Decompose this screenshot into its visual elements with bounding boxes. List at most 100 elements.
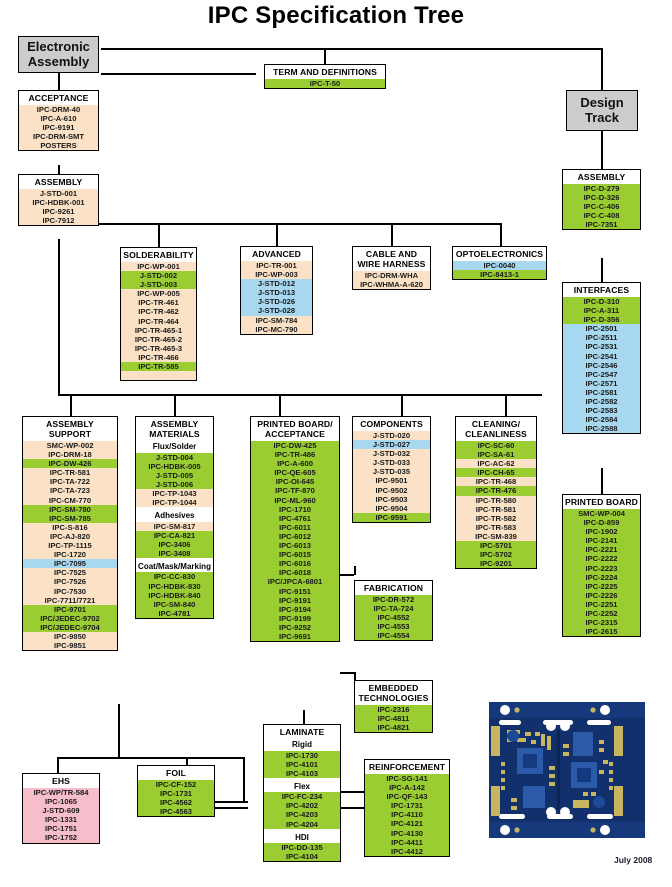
node-assembly-materials[interactable]: ASSEMBLY MATERIALS Flux/Solder J-STD-004 IPC… xyxy=(135,416,214,619)
spec-item[interactable]: IPC-ML-960 xyxy=(251,496,339,505)
spec-item[interactable]: J-STD-028 xyxy=(241,306,312,315)
spec-item[interactable]: IPC-TR-585 xyxy=(121,362,196,371)
node-optoelectronics[interactable]: OPTOELECTRONICS IPC-0040 IPC-8413-1 xyxy=(452,246,547,281)
spec-item[interactable]: IPC-TF-870 xyxy=(251,486,339,495)
spec-item[interactable]: IPC-9591 xyxy=(353,513,430,522)
spec-item[interactable]: IPC-C-408 xyxy=(563,211,640,220)
spec-item[interactable]: IPC-D-310 xyxy=(563,297,640,306)
spec-item[interactable]: IPC-DR-572 xyxy=(355,595,432,604)
spec-item[interactable]: IPC-TP-1115 xyxy=(23,541,117,550)
spec-item[interactable]: IPC-TR-486 xyxy=(251,450,339,459)
spec-item[interactable]: IPC/JEDEC-9702 xyxy=(23,614,117,623)
spec-item[interactable]: J-STD-002 xyxy=(121,271,196,280)
spec-item[interactable]: IPC-7526 xyxy=(23,577,117,586)
spec-item[interactable]: J-STD-035 xyxy=(353,467,430,476)
spec-item[interactable]: IPC-4563 xyxy=(138,807,214,816)
spec-item[interactable]: IPC-2588 xyxy=(563,424,640,433)
spec-item[interactable]: J-STD-013 xyxy=(241,288,312,297)
spec-item[interactable]: IPC-1710 xyxy=(251,505,339,514)
spec-item[interactable]: IPC-A-610 xyxy=(19,114,98,123)
spec-item[interactable]: IPC-SM-840 xyxy=(136,600,213,609)
spec-item[interactable]: IPC-7351 xyxy=(563,220,640,229)
spec-item[interactable]: IPC-1731 xyxy=(138,789,214,798)
spec-item[interactable]: IPC-4562 xyxy=(138,798,214,807)
spec-item[interactable]: J-STD-026 xyxy=(241,297,312,306)
spec-item[interactable]: IPC-DW-426 xyxy=(23,459,117,468)
spec-item[interactable]: IPC-A-311 xyxy=(563,306,640,315)
spec-item[interactable]: IPC-7711/7721 xyxy=(23,596,117,605)
node-assembly-left[interactable]: ASSEMBLY J-STD-001 IPC-HDBK-001 IPC-9261 IPC… xyxy=(18,174,99,227)
spec-item[interactable]: J-STD-033 xyxy=(353,458,430,467)
spec-item[interactable]: IPC-TA-724 xyxy=(355,604,432,613)
node-components[interactable]: COMPONENTS J-STD-020 J-STD-027 J-STD-032 J-S… xyxy=(352,416,431,523)
spec-item[interactable]: IPC-D-326 xyxy=(563,193,640,202)
spec-item[interactable]: IPC-4101 xyxy=(264,760,340,769)
spec-item[interactable]: IPC-9851 xyxy=(23,641,117,650)
node-foil[interactable]: FOIL IPC-CF-152 IPC-1731 IPC-4562 IPC-4563 xyxy=(137,765,215,818)
node-reinforcement[interactable]: REINFORCEMENT IPC-SG-141 IPC-A-142 IPC-QF-1… xyxy=(364,759,450,857)
node-printed-board[interactable]: PRINTED BOARD SMC-WP-004 IPC-D-859 IPC-1902… xyxy=(562,494,641,638)
node-printed-board-acceptance[interactable]: PRINTED BOARD/ACCEPTANCE IPC-DW-425 IPC-TR… xyxy=(250,416,340,643)
spec-item[interactable]: IPC-7095 xyxy=(23,559,117,568)
spec-item[interactable]: IPC-TR-581 xyxy=(23,468,117,477)
spec-item[interactable]: IPC/JEDEC-9704 xyxy=(23,623,117,632)
spec-item[interactable]: IPC-2501 xyxy=(563,324,640,333)
spec-item[interactable]: SMC-WP-004 xyxy=(563,509,640,518)
spec-item[interactable]: IPC-4553 xyxy=(355,622,432,631)
spec-item[interactable]: IPC-9261 xyxy=(19,207,98,216)
spec-item[interactable] xyxy=(121,371,196,380)
spec-item[interactable]: IPC-CC-830 xyxy=(136,572,213,581)
spec-item[interactable]: IPC-1065 xyxy=(23,797,99,806)
spec-item[interactable]: IPC-2141 xyxy=(563,536,640,545)
spec-item[interactable]: IPC-TR-464 xyxy=(121,317,196,326)
spec-item[interactable]: IPC-MC-790 xyxy=(241,325,312,334)
spec-item[interactable]: IPC-4203 xyxy=(264,810,340,819)
spec-item[interactable]: IPC-TR-476 xyxy=(456,486,536,495)
spec-item[interactable]: IPC-4204 xyxy=(264,820,340,829)
spec-item[interactable]: IPC-9191 xyxy=(19,123,98,132)
spec-item[interactable]: IPC-TP-1044 xyxy=(136,498,213,507)
spec-item[interactable]: IPC-6018 xyxy=(251,568,339,577)
spec-item[interactable]: IPC-4554 xyxy=(355,631,432,640)
spec-item[interactable]: IPC-7912 xyxy=(19,216,98,225)
node-embedded-technologies[interactable]: EMBEDDED TECHNOLOGIES IPC-2316 IPC-4811 IPC-… xyxy=(354,680,433,734)
spec-item[interactable]: IPC-4821 xyxy=(355,723,432,732)
spec-item[interactable]: IPC-2226 xyxy=(563,591,640,600)
spec-item[interactable]: IPC-TR-465-3 xyxy=(121,344,196,353)
spec-item[interactable]: IPC-4110 xyxy=(365,810,449,819)
spec-item[interactable]: IPC-WP/TR-584 xyxy=(23,788,99,797)
spec-item[interactable]: IPC-2223 xyxy=(563,564,640,573)
spec-item[interactable]: IPC-TR-583 xyxy=(456,523,536,532)
spec-item[interactable]: IPC-SM-780 xyxy=(23,505,117,514)
spec-item[interactable]: IPC-WP-005 xyxy=(121,289,196,298)
spec-item[interactable]: IPC-2511 xyxy=(563,333,640,342)
spec-item[interactable]: IPC-D-356 xyxy=(563,315,640,324)
spec-item[interactable]: IPC-4411 xyxy=(365,838,449,847)
spec-item[interactable]: IPC-2315 xyxy=(563,618,640,627)
spec-item[interactable]: IPC-9691 xyxy=(251,632,339,641)
spec-item[interactable]: IPC-TR-466 xyxy=(121,353,196,362)
spec-item[interactable]: IPC-TR-001 xyxy=(241,261,312,270)
spec-item[interactable]: IPC-1720 xyxy=(23,550,117,559)
spec-item[interactable]: IPC-9194 xyxy=(251,605,339,614)
spec-item[interactable]: IPC-D-859 xyxy=(563,518,640,527)
spec-item[interactable]: IPC-3408 xyxy=(136,549,213,558)
node-assembly-right[interactable]: ASSEMBLY IPC-D-279 IPC-D-326 IPC-C-406 IPC-C… xyxy=(562,169,641,231)
spec-item[interactable]: IPC-4761 xyxy=(251,514,339,523)
spec-item[interactable]: IPC-5702 xyxy=(456,550,536,559)
node-interfaces[interactable]: INTERFACES IPC-D-310 IPC-A-311 IPC-D-356 IPC… xyxy=(562,282,641,435)
spec-item[interactable]: J-STD-012 xyxy=(241,279,312,288)
spec-item[interactable]: IPC-A-142 xyxy=(365,783,449,792)
spec-item[interactable]: IPC-9850 xyxy=(23,632,117,641)
spec-item[interactable]: IPC-AJ-820 xyxy=(23,532,117,541)
spec-item[interactable]: IPC-2547 xyxy=(563,370,640,379)
spec-item[interactable]: IPC-4104 xyxy=(264,852,340,861)
node-term-definitions[interactable]: TERM AND DEFINITIONS IPC-T-50 xyxy=(264,64,386,90)
spec-item[interactable]: IPC-2581 xyxy=(563,388,640,397)
spec-item[interactable]: IPC-D-279 xyxy=(563,184,640,193)
root-design-track[interactable]: Design Track xyxy=(566,90,638,131)
spec-item[interactable]: IPC-SC-60 xyxy=(456,441,536,450)
spec-item[interactable]: IPC-WP-003 xyxy=(241,270,312,279)
spec-item[interactable]: IPC-DRM-SMT xyxy=(19,132,98,141)
spec-item[interactable]: IPC-8413-1 xyxy=(453,270,546,279)
